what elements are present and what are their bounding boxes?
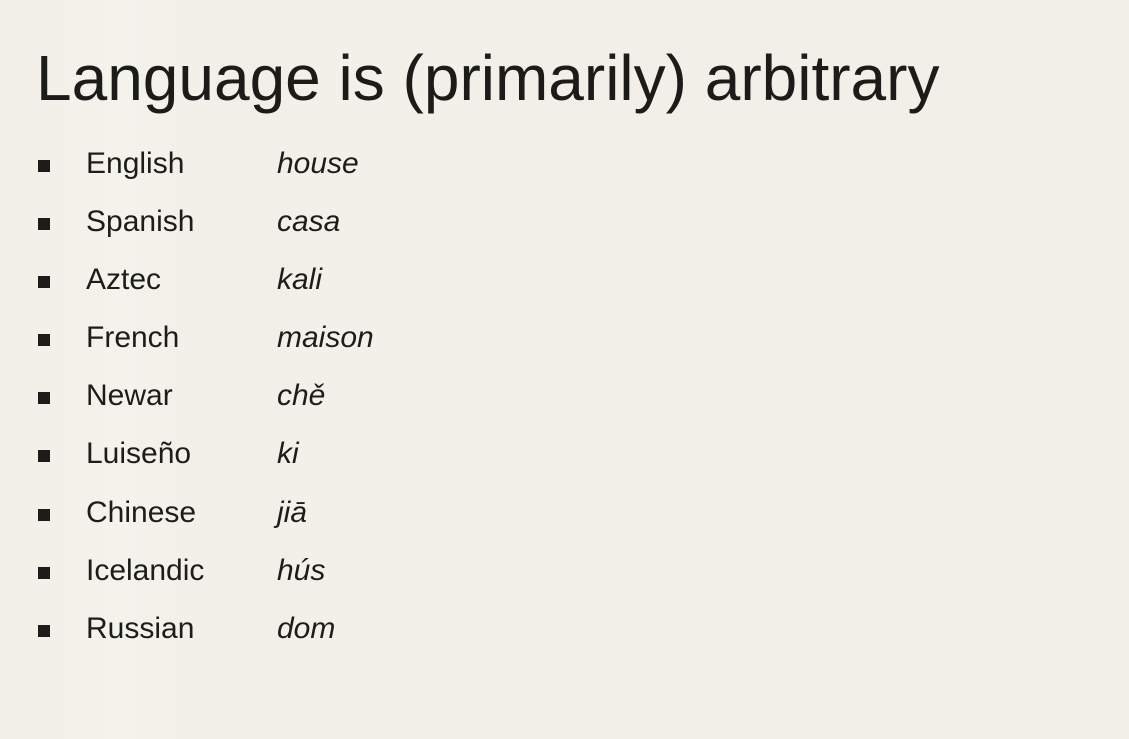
square-bullet-icon [38,334,50,347]
language-name: Newar [86,379,173,413]
house-word: dom [277,611,336,645]
language-name: English [86,147,185,180]
slide-title: Language is (primarily) arbitrary [36,42,940,114]
list-item: Spanish casa [36,197,456,255]
language-name: Aztec [86,263,162,297]
square-bullet-icon [38,218,50,231]
list-item: Chinese jiā [36,488,456,546]
square-bullet-icon [38,160,50,172]
square-bullet-icon [38,450,50,463]
house-word: hús [277,553,326,587]
square-bullet-icon [38,276,50,289]
house-word: maison [277,321,374,355]
house-word: kali [277,263,323,297]
list-item: Newar chě [36,371,456,429]
language-word-list: English house Spanish casa Aztec kali Fr… [36,139,456,662]
language-name: Icelandic [86,553,205,587]
list-item: English house [36,139,456,197]
square-bullet-icon [38,392,50,405]
square-bullet-icon [38,624,50,637]
language-name: Luiseño [86,437,192,471]
square-bullet-icon [38,508,50,521]
slide: Language is (primarily) arbitrary Englis… [0,0,1129,739]
list-item: Luiseño ki [36,429,456,487]
list-item: Russian dom [36,604,456,662]
language-name: French [86,321,180,355]
language-name: Spanish [86,205,195,239]
square-bullet-icon [38,566,50,579]
list-item: French maison [36,313,456,371]
house-word: chě [277,379,326,413]
language-name: Russian [86,611,195,645]
house-word: house [277,147,359,180]
house-word: ki [277,437,299,471]
house-word: casa [277,205,341,239]
house-word: jiā [277,495,308,529]
language-name: Chinese [86,495,197,529]
list-item: Icelandic hús [36,546,456,604]
list-item: Aztec kali [36,255,456,313]
